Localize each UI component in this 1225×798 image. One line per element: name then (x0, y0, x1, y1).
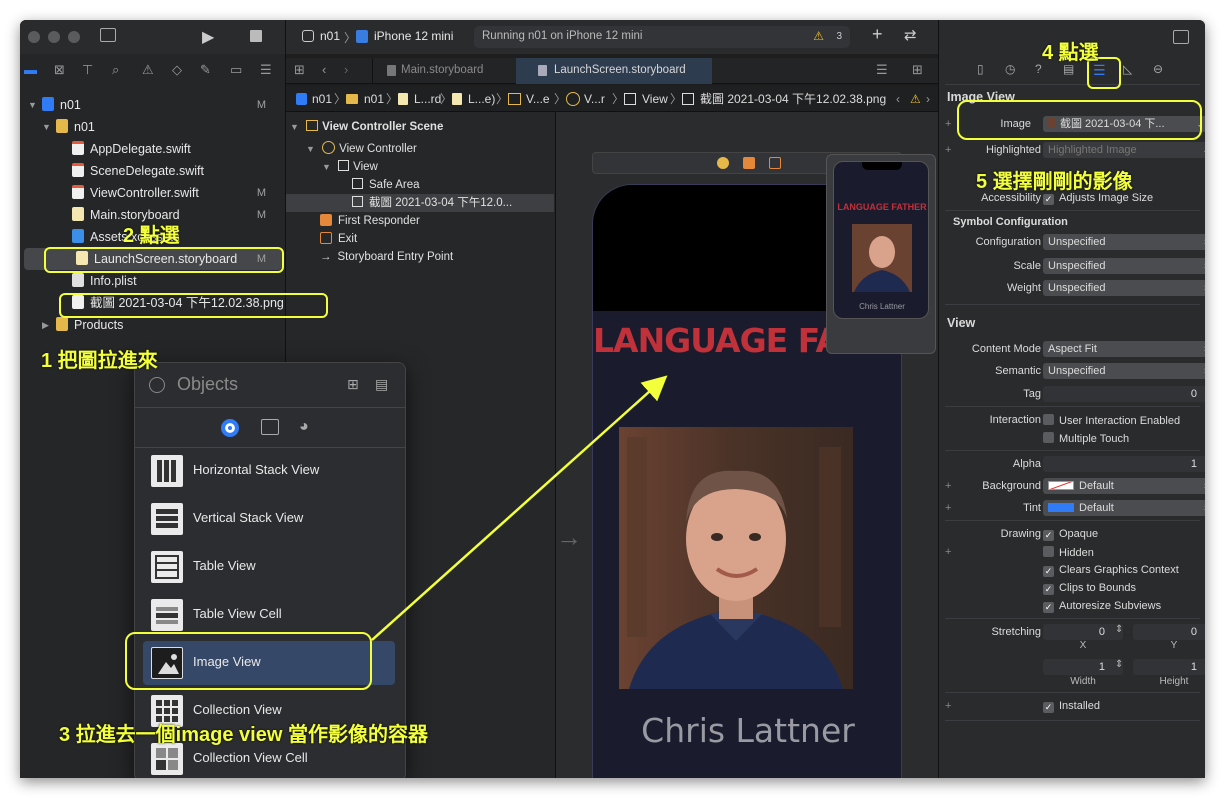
drag-arrow-line (371, 375, 668, 641)
drag-arrow (371, 375, 668, 641)
